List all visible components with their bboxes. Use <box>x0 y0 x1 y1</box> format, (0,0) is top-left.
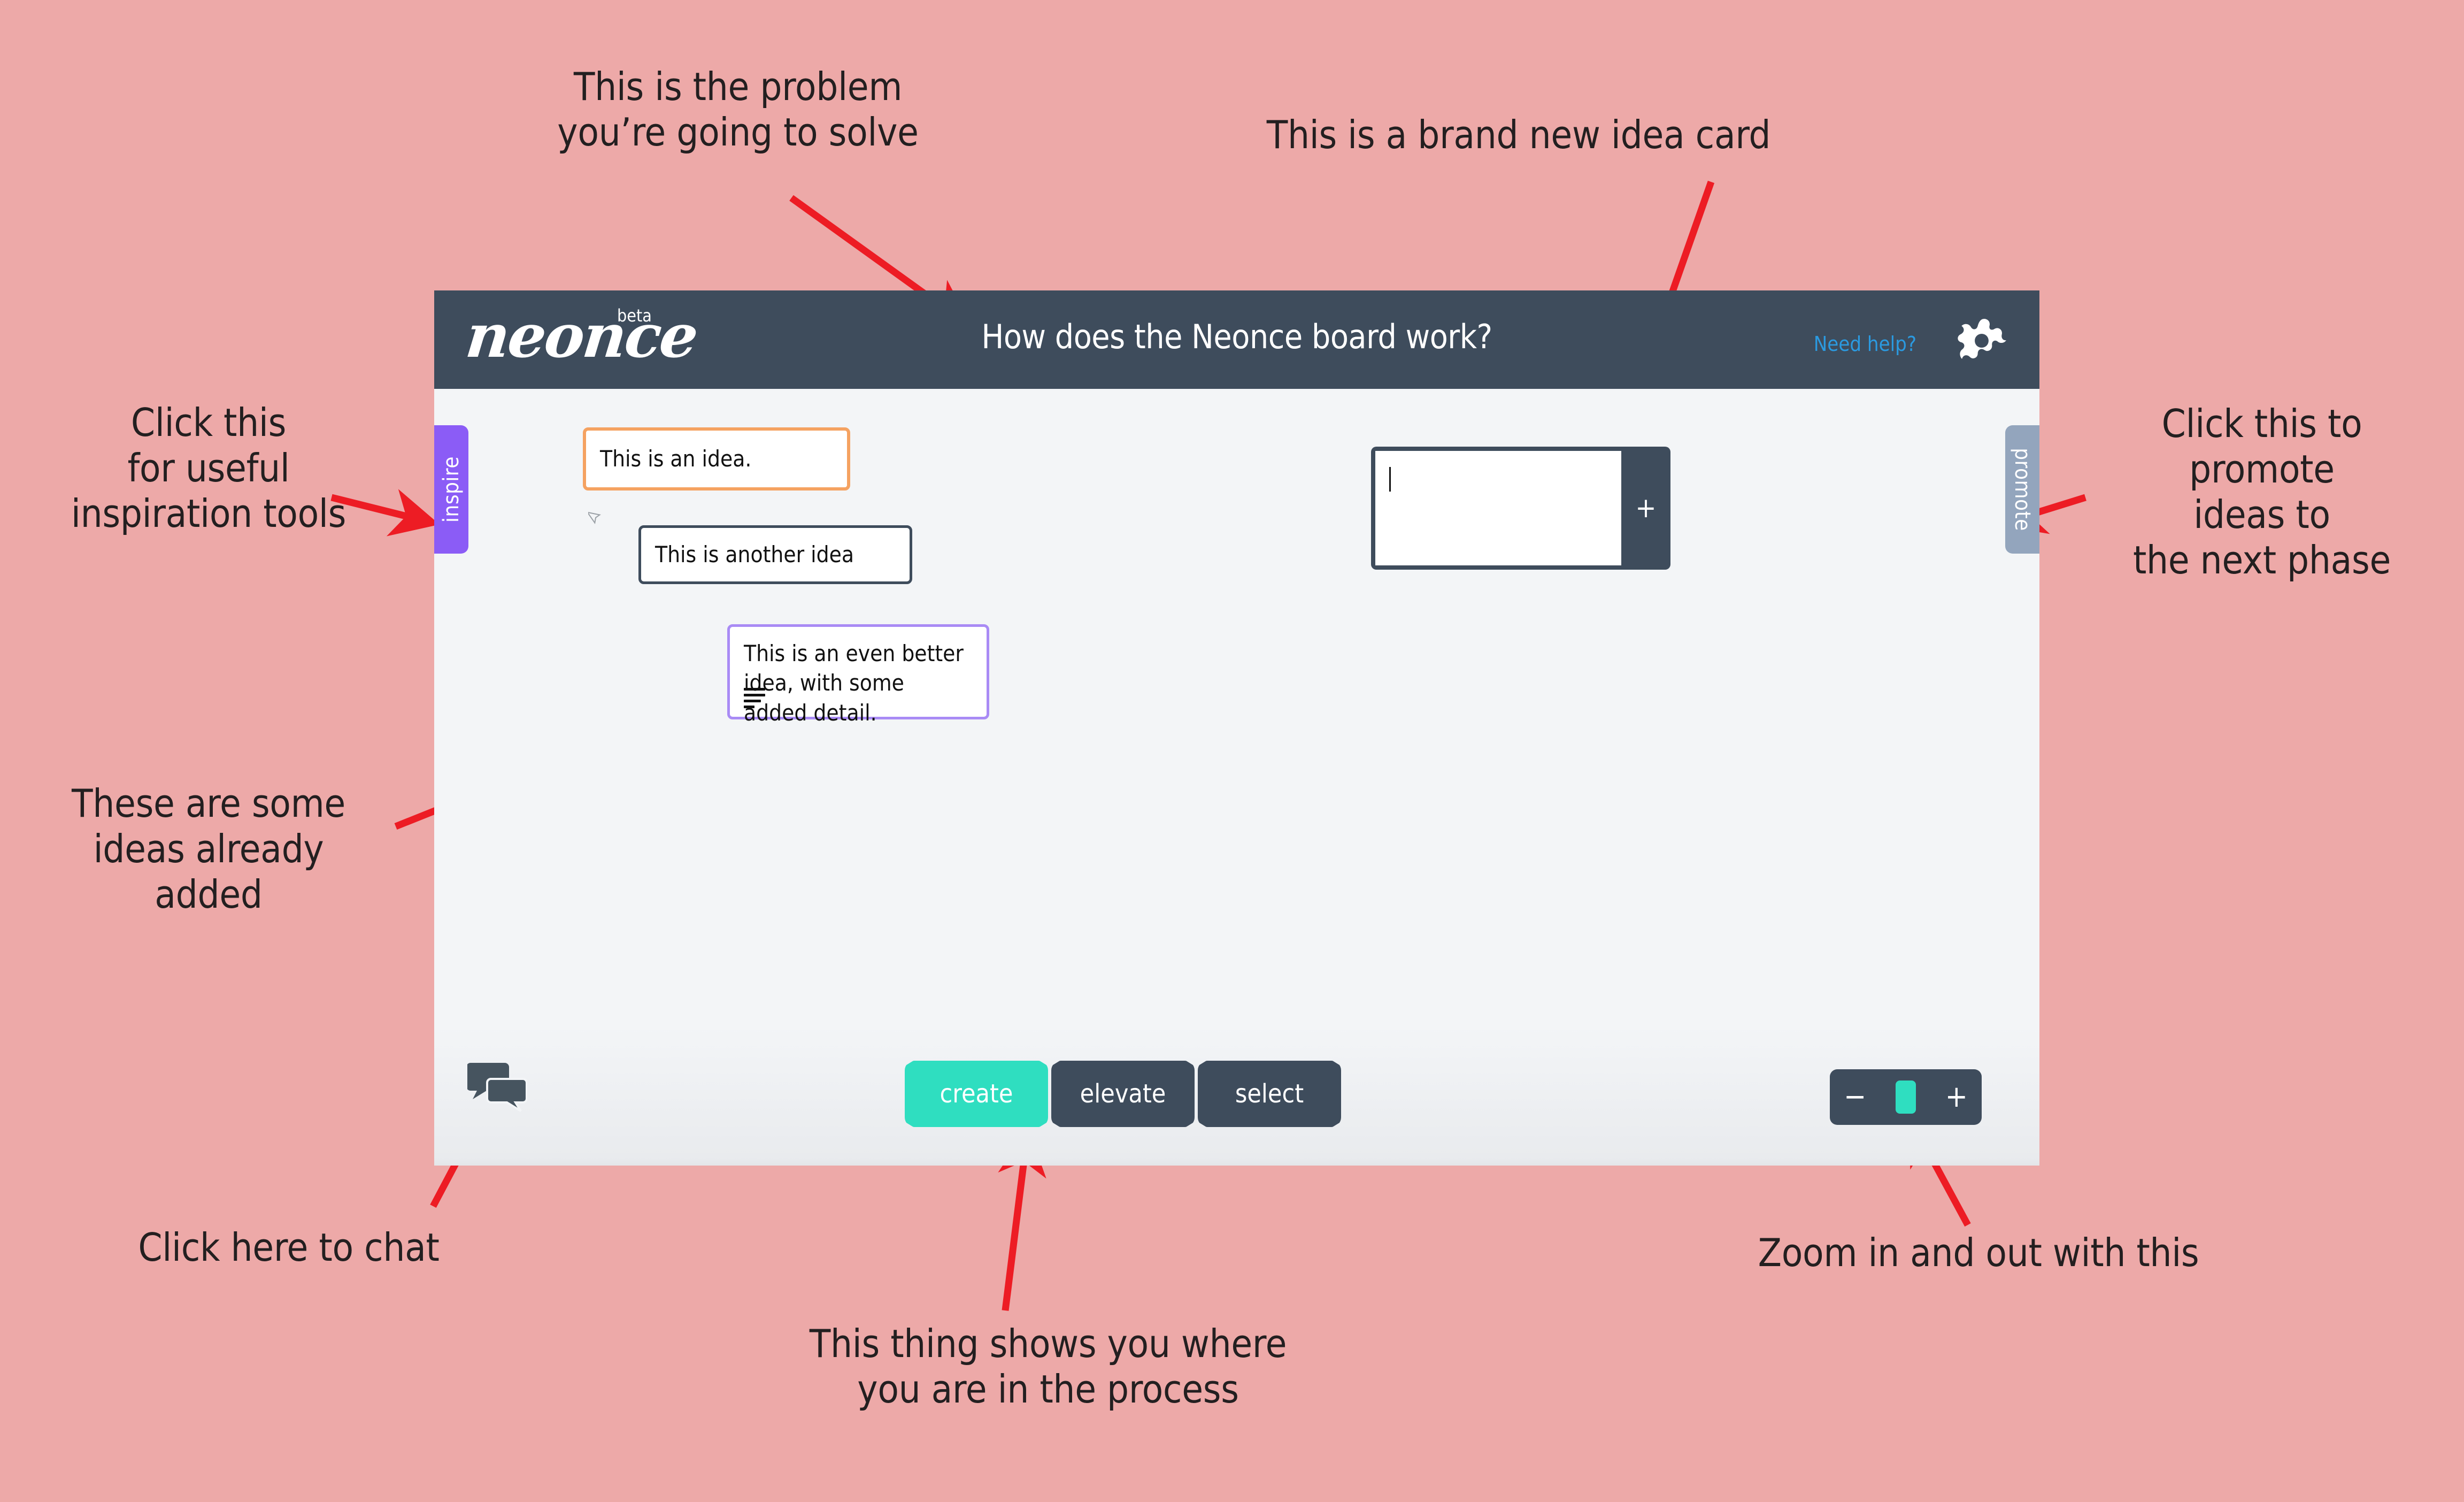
zoom-slider-thumb[interactable] <box>1896 1080 1916 1114</box>
board-canvas[interactable]: inspire promote This is an idea. This is… <box>434 389 2039 1166</box>
annotation-zoom: Zoom in and out with this <box>1758 1230 2199 1275</box>
cursor-pointer-icon <box>588 511 601 524</box>
add-idea-button[interactable]: + <box>1621 447 1670 570</box>
annotation-chat: Click here to chat <box>138 1225 440 1270</box>
annotation-existing-ideas: These are some ideas already added <box>72 781 345 917</box>
annotation-phases: This thing shows you where you are in th… <box>809 1321 1287 1412</box>
idea-card-text: This is an even better idea, with some a… <box>744 640 964 726</box>
phase-progress-bar: create elevate select <box>905 1061 1341 1127</box>
promote-tab[interactable]: promote <box>2005 425 2039 554</box>
idea-card-text: This is another idea <box>655 541 854 568</box>
annotation-inspire: Click this for useful inspiration tools <box>71 400 346 536</box>
idea-card[interactable]: This is an even better idea, with some a… <box>727 624 989 726</box>
zoom-out-button[interactable]: − <box>1844 1082 1866 1112</box>
new-idea-card[interactable]: + <box>1371 447 1670 570</box>
app-header: neonce beta How does the Neonce board wo… <box>434 290 2039 389</box>
zoom-in-button[interactable]: + <box>1945 1082 1968 1112</box>
neonce-app-window: neonce beta How does the Neonce board wo… <box>434 290 2039 1166</box>
new-idea-input[interactable] <box>1375 451 1621 565</box>
need-help-link[interactable]: Need help? <box>1814 332 1916 356</box>
inspire-tab[interactable]: inspire <box>434 425 468 554</box>
detail-lines-icon <box>744 688 772 708</box>
text-caret <box>1389 467 1391 492</box>
phase-button-select[interactable]: select <box>1198 1061 1341 1127</box>
annotation-problem: This is the problem you’re going to solv… <box>557 64 919 155</box>
gear-icon[interactable] <box>1957 316 2006 365</box>
inspire-tab-label: inspire <box>439 456 464 523</box>
idea-card[interactable]: This is another idea <box>638 525 912 584</box>
annotation-new-idea-card: This is a brand new idea card <box>1266 112 1771 157</box>
annotation-promote: Click this to promote ideas to the next … <box>2132 401 2391 583</box>
idea-card-text: This is an idea. <box>600 446 752 472</box>
phase-button-elevate[interactable]: elevate <box>1051 1061 1195 1127</box>
promote-tab-label: promote <box>2010 448 2035 531</box>
phase-button-create[interactable]: create <box>905 1061 1048 1127</box>
zoom-control[interactable]: − + <box>1830 1069 1982 1125</box>
chat-bubbles-icon[interactable] <box>466 1060 528 1113</box>
idea-card[interactable]: This is an idea. <box>583 427 850 491</box>
board-title: How does the Neonce board work? <box>981 317 1492 356</box>
